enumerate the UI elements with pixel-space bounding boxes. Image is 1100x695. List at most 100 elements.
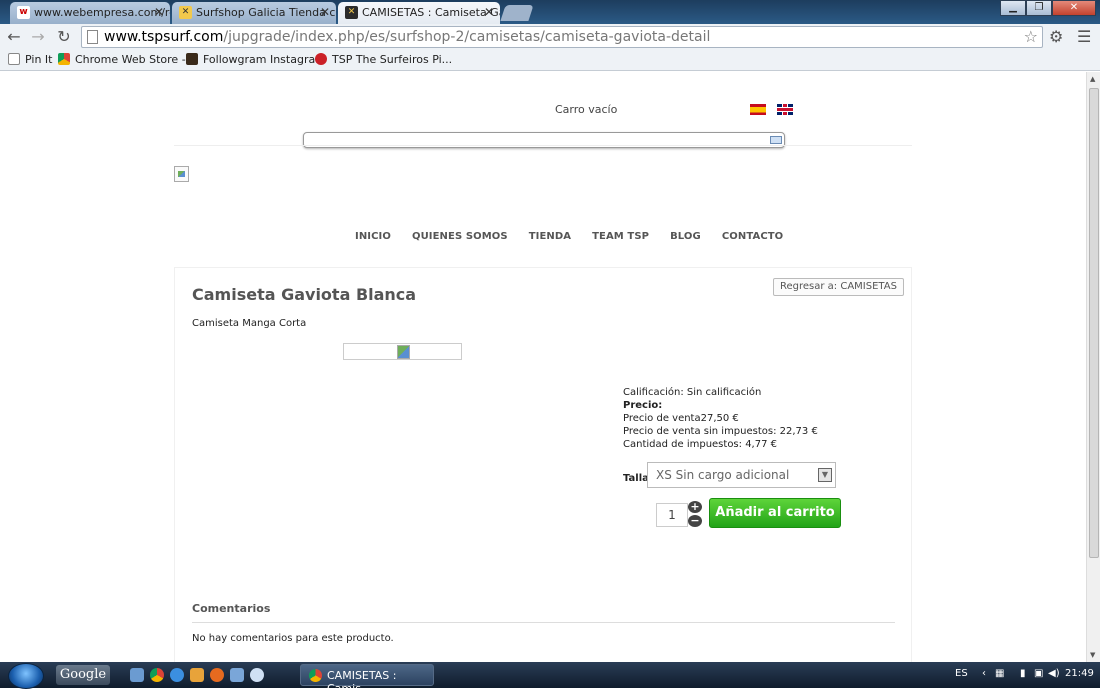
browser-titlebar: w www.webempresa.com/re ✕ ✕ Surfshop Gal… — [0, 0, 1100, 24]
forward-arrow-icon[interactable]: → — [28, 27, 48, 47]
chrome-icon[interactable] — [150, 668, 164, 682]
tab-camisetas[interactable]: ✕ CAMISETAS : Camiseta Ga ✕ — [338, 2, 500, 24]
network-icon[interactable]: ▦ — [995, 668, 1004, 679]
product-subtitle: Camiseta Manga Corta — [192, 318, 307, 329]
address-bar[interactable]: www.tspsurf.com/jupgrade/index.php/es/su… — [81, 26, 1043, 48]
price-label: Precio: — [623, 400, 663, 411]
window-controls: ▁ ❐ ✕ — [1000, 0, 1096, 16]
star-app-icon[interactable] — [250, 668, 264, 682]
menu-icon[interactable]: ☰ — [1077, 27, 1091, 46]
nav-inicio[interactable]: INICIO — [355, 231, 391, 242]
surfshop-icon: ✕ — [179, 6, 192, 19]
chevron-down-icon[interactable]: ▼ — [818, 468, 832, 482]
quantity-input[interactable]: 1 — [656, 503, 688, 527]
bookmark-label: Chrome Web Store -... — [75, 53, 197, 66]
nav-tienda[interactable]: TIENDA — [529, 231, 571, 242]
divider — [174, 145, 912, 146]
language-indicator[interactable]: ES — [955, 668, 968, 679]
tab-webempresa[interactable]: w www.webempresa.com/re ✕ — [10, 2, 170, 24]
quantity-increase-button[interactable]: + — [688, 501, 702, 513]
nav-quienes-somos[interactable]: QUIENES SOMOS — [412, 231, 508, 242]
price-without-tax: Precio de venta sin impuestos: 22,73 € — [623, 426, 818, 437]
nav-blog[interactable]: BLOG — [670, 231, 701, 242]
nav-contacto[interactable]: CONTACTO — [722, 231, 783, 242]
extension-gear-icon[interactable]: ⚙ — [1049, 27, 1063, 46]
back-to-category-button[interactable]: Regresar a: CAMISETAS — [773, 278, 904, 296]
bookmark-pin-it[interactable]: Pin It — [8, 53, 52, 66]
close-icon[interactable]: ✕ — [320, 5, 330, 19]
keyboard-icon[interactable] — [770, 136, 782, 144]
chrome-store-icon — [58, 53, 70, 65]
bookmark-label: TSP The Surfeiros Pi... — [332, 53, 453, 66]
reload-icon[interactable]: ↻ — [54, 27, 74, 47]
bookmark-followgram[interactable]: Followgram Instagra... — [186, 53, 326, 66]
quantity-decrease-button[interactable]: − — [688, 515, 702, 527]
bookmark-label: Followgram Instagra... — [203, 53, 326, 66]
cart-status[interactable]: Carro vacío — [555, 103, 617, 116]
url-path: /jupgrade/index.php/es/surfshop-2/camise… — [223, 29, 711, 45]
close-icon[interactable]: ✕ — [154, 5, 164, 19]
comments-divider — [192, 622, 895, 623]
size-select[interactable]: XS Sin cargo adicional ▼ — [647, 462, 836, 488]
tab-label: CAMISETAS : Camiseta Ga — [362, 6, 500, 19]
pinterest-icon — [315, 53, 327, 65]
product-detail: Regresar a: CAMISETAS Camiseta Gaviota B… — [174, 267, 912, 662]
taskbar-chrome-window[interactable]: CAMISETAS : Camis... — [300, 664, 434, 695]
nav-team-tsp[interactable]: TEAM TSP — [592, 231, 649, 242]
window-switch-icon[interactable] — [230, 668, 244, 682]
volume-icon[interactable]: ◀) — [1048, 668, 1060, 679]
media-player-icon[interactable] — [190, 668, 204, 682]
rating-line: Calificación: Sin calificación — [623, 387, 762, 398]
vertical-scrollbar[interactable]: ▲ ▼ — [1086, 72, 1100, 662]
window-close-button[interactable]: ✕ — [1052, 0, 1096, 16]
page-icon — [87, 30, 98, 44]
main-nav: INICIO QUIENES SOMOS TIENDA TEAM TSP BLO… — [355, 231, 804, 242]
add-to-cart-button[interactable]: Añadir al carrito — [709, 498, 841, 528]
uk-flag-icon[interactable] — [777, 104, 793, 115]
windows-start-button[interactable] — [8, 663, 44, 689]
tray-expand-icon[interactable]: ‹ — [982, 668, 986, 679]
bookmarks-bar: Pin It Chrome Web Store -... Followgram … — [0, 50, 1100, 71]
power-icon[interactable]: ▮ — [1020, 668, 1026, 679]
google-toolbar-button[interactable]: Google — [56, 665, 110, 685]
scroll-down-icon[interactable]: ▼ — [1090, 651, 1095, 659]
bookmark-tsp-pinterest[interactable]: TSP The Surfeiros Pi... — [315, 53, 452, 66]
comments-title: Comentarios — [192, 602, 271, 615]
bookmark-chrome-store[interactable]: Chrome Web Store -... — [58, 53, 196, 66]
new-tab-button[interactable] — [500, 5, 534, 21]
back-arrow-icon[interactable]: ← — [4, 27, 24, 47]
product-title: Camiseta Gaviota Blanca — [192, 285, 417, 304]
url-host: www.tspsurf.com — [104, 29, 224, 45]
tax-amount: Cantidad de impuestos: 4,77 € — [623, 439, 777, 450]
broken-logo-image[interactable] — [174, 166, 189, 182]
internet-explorer-icon[interactable] — [170, 668, 184, 682]
tab-surfshop[interactable]: ✕ Surfshop Galicia Tienda c ✕ — [172, 2, 336, 24]
scroll-up-icon[interactable]: ▲ — [1090, 75, 1095, 83]
product-image[interactable] — [343, 343, 462, 360]
tsp-icon: ✕ — [345, 6, 358, 19]
bookmark-star-icon[interactable]: ☆ — [1024, 27, 1038, 46]
chrome-icon — [309, 669, 322, 682]
size-label: Talla — [623, 473, 649, 484]
tab-label: www.webempresa.com/re — [34, 6, 170, 19]
system-tray: ES ‹ ▦ ▮ ▣ ◀) 21:49 — [940, 662, 1100, 688]
bookmark-label: Pin It — [25, 53, 53, 66]
clock[interactable]: 21:49 — [1065, 668, 1094, 679]
taskbar-item-label: CAMISETAS : Camis... — [327, 669, 397, 695]
price-block: Calificación: Sin calificación Precio: P… — [623, 386, 818, 451]
followgram-icon — [186, 53, 198, 65]
tab-label: Surfshop Galicia Tienda c — [196, 6, 336, 19]
browser-toolbar: ← → ↻ www.tspsurf.com/jupgrade/index.php… — [0, 24, 1100, 50]
monitor-icon[interactable]: ▣ — [1034, 668, 1043, 679]
minimize-button[interactable]: ▁ — [1000, 0, 1026, 16]
scrollbar-thumb[interactable] — [1089, 88, 1099, 558]
maximize-button[interactable]: ❐ — [1026, 0, 1052, 16]
show-desktop-icon[interactable] — [130, 668, 144, 682]
page-viewport: Carro vacío INICIO QUIENES SOMOS TIENDA … — [0, 72, 1086, 662]
comments-empty-message: No hay comentarios para este producto. — [192, 633, 394, 644]
page-icon — [8, 53, 20, 65]
close-icon[interactable]: ✕ — [484, 5, 494, 19]
spanish-flag-icon[interactable] — [750, 104, 766, 115]
os-taskbar: Google CAMISETAS : Camis... ES ‹ ▦ ▮ ▣ ◀… — [0, 662, 1100, 695]
firefox-icon[interactable] — [210, 668, 224, 682]
